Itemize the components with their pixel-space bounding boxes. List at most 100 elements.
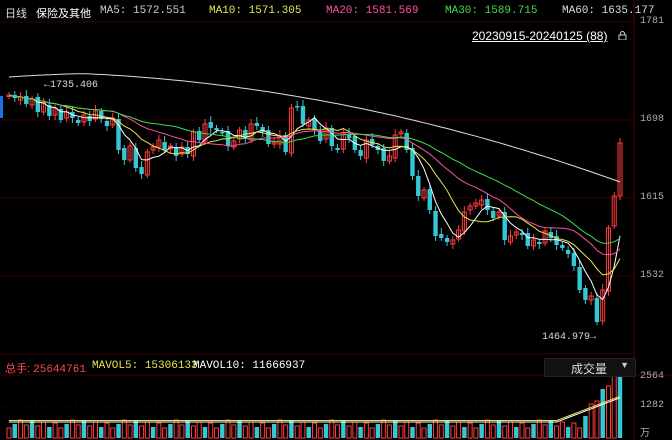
candle-body-down bbox=[433, 211, 438, 236]
volume-bar-up bbox=[242, 425, 248, 439]
ma10-label: MA10: 1571.305 bbox=[209, 5, 302, 17]
volume-bar-down bbox=[185, 421, 190, 438]
volume-bar-down bbox=[444, 421, 450, 438]
volume-bar-down bbox=[358, 427, 363, 438]
volume-bar-down bbox=[47, 427, 52, 438]
volume-bar-down bbox=[617, 376, 623, 438]
volume-bar-up bbox=[121, 419, 127, 439]
volume-bar-up bbox=[605, 385, 611, 439]
volume-bar-up bbox=[386, 424, 392, 439]
volume-bar-up bbox=[104, 422, 110, 439]
candle-body-down bbox=[139, 167, 144, 174]
candle-body-down bbox=[444, 238, 450, 242]
candle-body-down bbox=[439, 234, 444, 238]
volume-bar-down bbox=[220, 424, 225, 438]
volume-bar-down bbox=[375, 424, 381, 438]
mavol10: MAVOL10: 11666937 bbox=[193, 360, 306, 372]
volume-bar-up bbox=[265, 427, 271, 439]
volume-bar-up bbox=[554, 425, 560, 439]
candle-body-down bbox=[594, 298, 600, 322]
volume-bar-down bbox=[392, 421, 398, 438]
volume-bar-up bbox=[421, 427, 427, 439]
period-label: 日线 bbox=[5, 8, 27, 20]
volume-bar-up bbox=[577, 427, 583, 439]
volume-bar-down bbox=[496, 421, 502, 438]
volume-unit: 万 bbox=[640, 428, 650, 439]
candle-body-down bbox=[75, 120, 81, 123]
volume-bar-down bbox=[410, 427, 415, 438]
volume-bar-up bbox=[317, 427, 323, 439]
instrument-name: 保险及其他 bbox=[36, 8, 91, 20]
volume-bar-down bbox=[289, 421, 294, 438]
volume-bar-up bbox=[214, 427, 220, 439]
volume-bar-up bbox=[35, 425, 41, 439]
volume-bar-up bbox=[173, 419, 179, 439]
candle-body-down bbox=[560, 245, 565, 248]
candle-body-down bbox=[208, 122, 213, 128]
candle-body-down bbox=[122, 148, 127, 160]
lock-icon[interactable] bbox=[618, 31, 627, 40]
indicator-select[interactable]: 成交量 ▼ bbox=[544, 358, 636, 377]
volume-bar-up bbox=[542, 424, 548, 439]
volume-bar-up bbox=[190, 425, 196, 439]
volume-bar-up bbox=[52, 422, 58, 439]
volume-bar-up bbox=[277, 419, 283, 439]
candle-body-down bbox=[416, 176, 421, 196]
volume-bar-up bbox=[559, 421, 565, 439]
candle-body-down bbox=[335, 148, 340, 150]
volume-bar-down bbox=[237, 421, 242, 438]
date-range-link[interactable]: 20230915-20240125 (88) bbox=[472, 29, 607, 43]
volume-bar-up bbox=[75, 424, 81, 439]
volume-bar-up bbox=[484, 419, 490, 439]
volume-bar-up bbox=[208, 422, 214, 439]
volume-bar-down bbox=[99, 427, 104, 438]
volume-bar-down bbox=[531, 424, 536, 438]
volume-bar-up bbox=[58, 427, 64, 439]
candle-body-down bbox=[220, 132, 225, 134]
volume-bar-up bbox=[18, 419, 24, 439]
volume-axis-label: 2564 bbox=[640, 371, 665, 382]
volume-bar-up bbox=[519, 422, 525, 439]
candle-body-down bbox=[537, 242, 542, 244]
mavol5: MAVOL5: 15306133 bbox=[92, 360, 198, 372]
candle-body-down bbox=[214, 128, 219, 130]
volume-bar-up bbox=[196, 421, 202, 439]
volume-bar-up bbox=[398, 425, 404, 439]
ma20-label: MA20: 1581.569 bbox=[326, 5, 419, 17]
volume-bar-up bbox=[433, 419, 439, 439]
candle-body-down bbox=[329, 128, 334, 146]
total-volume: 总手: 25644761 bbox=[5, 363, 86, 376]
volume-bar-up bbox=[144, 421, 150, 439]
volume-bar-up bbox=[69, 419, 75, 439]
candle-body-down bbox=[525, 233, 530, 246]
volume-bar-up bbox=[490, 424, 496, 439]
candle-body-down bbox=[295, 106, 300, 108]
volume-bar-up bbox=[87, 425, 93, 439]
volume-bar-up bbox=[41, 421, 47, 439]
volume-bar-up bbox=[248, 421, 254, 439]
ma5-label: MA5: 1572.551 bbox=[100, 5, 186, 17]
volume-bar-down bbox=[150, 427, 156, 438]
candle-body-down bbox=[485, 199, 490, 210]
moving-average-lines bbox=[8, 73, 621, 301]
volume-bar-up bbox=[415, 422, 421, 439]
volume-bar-down bbox=[462, 427, 467, 438]
volume-bar-up bbox=[300, 421, 306, 439]
volume-bar-up bbox=[536, 419, 542, 439]
volume-bar-up bbox=[179, 424, 185, 439]
volume-bar-up bbox=[507, 421, 513, 439]
volume-bar-up bbox=[363, 422, 369, 439]
volume-bars bbox=[6, 373, 623, 439]
volume-bar-down bbox=[81, 421, 87, 438]
volume-bar-up bbox=[473, 427, 479, 439]
volume-bar-up bbox=[23, 424, 29, 439]
volume-bar-up bbox=[381, 419, 387, 439]
chevron-down-icon: ▼ bbox=[620, 360, 629, 370]
volume-bar-down bbox=[202, 427, 208, 438]
volume-bar-up bbox=[335, 424, 341, 439]
candle-body-down bbox=[490, 211, 496, 218]
volume-bar-down bbox=[271, 424, 277, 438]
candle-body-down bbox=[312, 119, 317, 130]
volume-bar-up bbox=[312, 422, 317, 439]
volume-bar-down bbox=[548, 421, 554, 438]
